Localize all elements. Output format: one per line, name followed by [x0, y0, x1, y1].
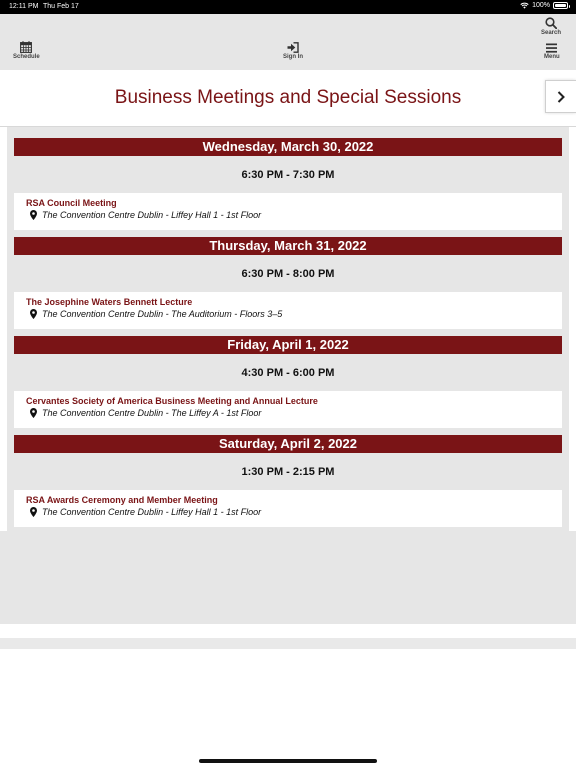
location-text: The Convention Centre Dublin - Liffey Ha…: [42, 210, 262, 220]
event-title[interactable]: Cervantes Society of America Business Me…: [26, 396, 318, 406]
event-title[interactable]: RSA Awards Ceremony and Member Meeting: [26, 495, 218, 505]
status-date: Thu Feb 17: [43, 3, 79, 10]
search-label: Search: [541, 30, 562, 36]
event-location: The Convention Centre Dublin - Liffey Ha…: [30, 507, 261, 517]
day-section: Saturday, April 2, 2022 1:30 PM - 2:15 P…: [14, 435, 562, 527]
schedule-button[interactable]: Schedule: [13, 41, 40, 60]
status-right: 100%: [520, 2, 570, 9]
day-header: Friday, April 1, 2022: [14, 336, 562, 354]
location-text: The Convention Centre Dublin - Liffey Ha…: [42, 507, 262, 517]
event-location: The Convention Centre Dublin - Liffey Ha…: [30, 210, 261, 220]
page-title: Business Meetings and Special Sessions: [114, 87, 462, 108]
location-pin-icon: [30, 408, 37, 418]
day-header: Thursday, March 31, 2022: [14, 237, 562, 255]
battery-icon: [553, 2, 570, 9]
sign-in-label: Sign In: [283, 54, 303, 60]
time-range: 6:30 PM - 7:30 PM: [241, 168, 335, 181]
day-section: Thursday, March 31, 2022 6:30 PM - 8:00 …: [14, 237, 562, 329]
event-item[interactable]: The Josephine Waters Bennett Lecture The…: [14, 292, 562, 329]
event-item[interactable]: RSA Council Meeting The Convention Centr…: [14, 193, 562, 230]
location-text: The Convention Centre Dublin - The Liffe…: [42, 408, 262, 418]
day-header: Saturday, April 2, 2022: [14, 435, 562, 453]
sessions-inner: Wednesday, March 30, 2022 6:30 PM - 7:30…: [14, 138, 562, 531]
status-time: 12:11 PM: [9, 3, 39, 10]
time-range: 4:30 PM - 6:00 PM: [241, 366, 335, 379]
menu-label: Menu: [544, 54, 560, 60]
event-location: The Convention Centre Dublin - The Audit…: [30, 309, 282, 319]
footer-divider: [0, 638, 576, 649]
day-header: Wednesday, March 30, 2022: [14, 138, 562, 156]
location-pin-icon: [30, 210, 37, 220]
location-text: The Convention Centre Dublin - The Audit…: [42, 309, 283, 319]
location-pin-icon: [30, 507, 37, 517]
day-section: Wednesday, March 30, 2022 6:30 PM - 7:30…: [14, 138, 562, 230]
status-bar: 12:11 PM Thu Feb 17 100%: [0, 0, 576, 14]
sign-in-button[interactable]: Sign In: [283, 42, 303, 60]
home-indicator[interactable]: [199, 759, 377, 763]
event-item[interactable]: Cervantes Society of America Business Me…: [14, 391, 562, 428]
schedule-label: Schedule: [13, 54, 40, 60]
menu-icon: [546, 43, 558, 53]
menu-button[interactable]: Menu: [544, 43, 560, 60]
location-pin-icon: [30, 309, 37, 319]
sessions-list[interactable]: Wednesday, March 30, 2022 6:30 PM - 7:30…: [7, 127, 569, 531]
search-button[interactable]: Search: [541, 17, 561, 36]
battery-percent: 100%: [532, 2, 550, 9]
time-range: 1:30 PM - 2:15 PM: [241, 465, 335, 478]
event-title[interactable]: RSA Council Meeting: [26, 198, 117, 208]
chevron-right-icon: [557, 90, 565, 103]
event-item[interactable]: RSA Awards Ceremony and Member Meeting T…: [14, 490, 562, 527]
sign-in-icon: [287, 42, 299, 53]
footer-area: [0, 531, 576, 624]
toolbar: Schedule Sign In Search Menu: [0, 14, 576, 70]
time-range: 6:30 PM - 8:00 PM: [241, 267, 335, 280]
day-section: Friday, April 1, 2022 4:30 PM - 6:00 PM …: [14, 336, 562, 428]
calendar-icon: [20, 41, 33, 53]
next-page-button[interactable]: [545, 80, 576, 113]
search-icon: [545, 17, 557, 29]
page-header: Business Meetings and Special Sessions: [0, 70, 576, 127]
event-title[interactable]: The Josephine Waters Bennett Lecture: [26, 297, 192, 307]
wifi-icon: [520, 2, 529, 9]
event-location: The Convention Centre Dublin - The Liffe…: [30, 408, 261, 418]
